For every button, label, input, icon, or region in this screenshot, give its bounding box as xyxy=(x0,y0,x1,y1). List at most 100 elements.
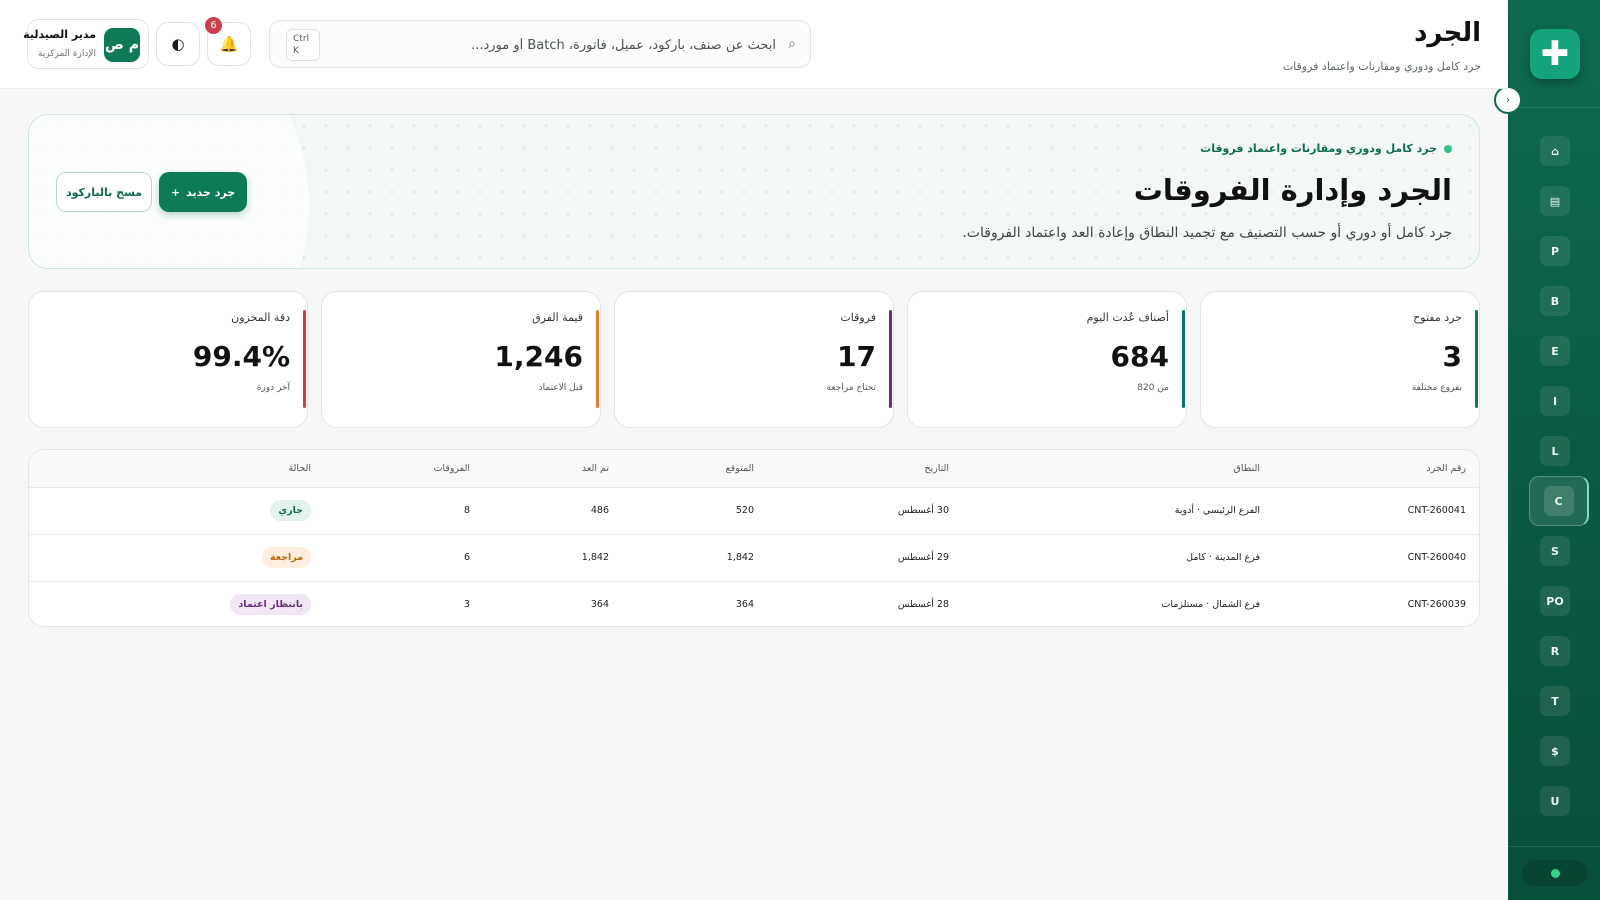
global-search[interactable]: ⌕ Ctrl K xyxy=(269,20,811,68)
shortcut-key-ctrl: Ctrl xyxy=(293,34,310,44)
cell-expected: 520 xyxy=(735,505,754,516)
stat-label: قيمة الفرق xyxy=(532,311,583,324)
app-logo-icon[interactable]: ✚ xyxy=(1530,29,1580,79)
sidebar-item-10[interactable]: R xyxy=(1540,636,1570,666)
column-header[interactable]: رقم الجرد xyxy=(1426,463,1466,474)
sidebar-item-11[interactable]: T xyxy=(1540,686,1570,716)
sidebar-collapse-toggle[interactable]: › xyxy=(1494,86,1522,114)
column-header[interactable]: الحالة xyxy=(288,463,311,474)
stat-accent-bar xyxy=(596,310,599,408)
online-dot-icon xyxy=(1551,869,1560,878)
status-badge: بانتظار اعتماد xyxy=(230,594,311,615)
barcode-scan-button[interactable]: مسح بالباركود xyxy=(56,172,152,212)
notifications-count-badge: 6 xyxy=(205,17,222,34)
hero-tag-label: جرد كامل ودوري ومقارنات واعتماد فروقات xyxy=(1200,142,1437,155)
status-badge: مراجعة xyxy=(261,547,311,568)
cell-scope: فرع الشمال · مستلزمات xyxy=(1161,599,1260,610)
page-subtitle: جرد كامل ودوري ومقارنات واعتماد فروقات xyxy=(1282,60,1481,73)
stat-sub: من 820 xyxy=(1137,383,1169,393)
stat-accent-bar xyxy=(889,310,892,408)
theme-toggle-button[interactable]: ◐ xyxy=(156,22,200,66)
bell-icon: 🔔 xyxy=(219,35,239,53)
user-role: الإدارة المركزية xyxy=(37,49,96,59)
page-title: الجرد xyxy=(1414,18,1481,48)
column-header[interactable]: الفروقات xyxy=(433,463,470,474)
shortcut-key-k: K xyxy=(293,46,299,56)
sidebar-item-9[interactable]: PO xyxy=(1540,586,1570,616)
sidebar-item-13[interactable]: U xyxy=(1540,786,1570,816)
stat-card: جرد مفتوح 3 بفروع مختلفة xyxy=(1200,291,1480,428)
sidebar-item-8[interactable]: S xyxy=(1540,536,1570,566)
cell-id: CNT-260041 xyxy=(1407,505,1466,516)
table-row[interactable]: CNT-260041 الفرع الرئيسي · أدوية 30 أغسطس 5… xyxy=(29,488,1479,535)
notifications-button[interactable]: 🔔 6 xyxy=(205,17,251,66)
cell-id: CNT-260040 xyxy=(1407,552,1466,563)
sidebar: › ✚ ⌂ ▤ P B E I L C S PO R T $ U xyxy=(1494,0,1600,900)
stat-sub: آخر دورة xyxy=(256,383,290,393)
cell-counted: 486 xyxy=(590,505,609,516)
topbar: الجرد جرد كامل ودوري ومقارنات واعتماد فر… xyxy=(0,0,1508,89)
sidebar-divider xyxy=(1509,846,1600,847)
column-header[interactable]: المتوقع xyxy=(726,463,754,474)
stat-value: 99.4% xyxy=(192,340,290,373)
column-header[interactable]: التاريخ xyxy=(924,463,949,474)
cell-expected: 364 xyxy=(735,599,754,610)
stat-card: فروقات 17 تحتاج مراجعة xyxy=(614,291,894,428)
hero-tag: جرد كامل ودوري ومقارنات واعتماد فروقات xyxy=(1200,142,1452,155)
stat-sub: تحتاج مراجعة xyxy=(826,383,876,393)
stat-sub: قبل الاعتماد xyxy=(538,383,583,393)
stat-label: فروقات xyxy=(840,311,876,324)
hero-description: جرد كامل أو دوري أو حسب التصنيف مع تجميد… xyxy=(962,225,1452,241)
search-input[interactable] xyxy=(376,31,776,59)
contrast-icon: ◐ xyxy=(171,35,185,53)
stat-value: 17 xyxy=(837,340,876,373)
new-count-button[interactable]: جرد جديد + xyxy=(159,172,247,212)
stat-accent-bar xyxy=(303,310,306,408)
search-shortcut-hint: Ctrl K xyxy=(286,29,320,61)
stat-accent-bar xyxy=(1182,310,1185,408)
cell-scope: الفرع الرئيسي · أدوية xyxy=(1174,505,1260,516)
sidebar-item-4[interactable]: E xyxy=(1540,336,1570,366)
stat-sub: بفروع مختلفة xyxy=(1411,383,1462,393)
counts-table: رقم الجرد النطاق التاريخ المتوقع تم العد الفر… xyxy=(28,449,1480,627)
cell-expected: 1,842 xyxy=(726,552,754,563)
column-header[interactable]: النطاق xyxy=(1234,463,1260,474)
cell-diff: 3 xyxy=(463,599,470,610)
cell-date: 30 أغسطس xyxy=(897,505,949,516)
stat-label: أصناف عُدت اليوم xyxy=(1086,311,1169,324)
stat-value: 684 xyxy=(1110,340,1169,373)
sidebar-item-3[interactable]: B xyxy=(1540,286,1570,316)
cell-scope: فرع المدينة · كامل xyxy=(1186,552,1260,563)
new-count-button-label: جرد جديد xyxy=(186,185,236,199)
user-menu[interactable]: م ص مدير الصيدلية الإدارة المركزية xyxy=(23,19,149,69)
hero-banner: جرد كامل ودوري ومقارنات واعتماد فروقات ا… xyxy=(28,114,1480,269)
stat-label: جرد مفتوح xyxy=(1413,311,1462,324)
cell-diff: 6 xyxy=(463,552,470,563)
stat-value: 3 xyxy=(1442,340,1462,373)
sidebar-item-5[interactable]: I xyxy=(1540,386,1570,416)
stat-value: 1,246 xyxy=(494,340,583,373)
connection-status xyxy=(1522,860,1588,886)
sidebar-divider xyxy=(1509,107,1600,108)
sidebar-item-0[interactable]: ⌂ xyxy=(1540,136,1570,166)
stat-label: دقة المخزون xyxy=(231,311,290,324)
hero-title: الجرد وإدارة الفروقات xyxy=(1133,173,1452,207)
column-header[interactable]: تم العد xyxy=(582,463,609,474)
cell-id: CNT-260039 xyxy=(1407,599,1466,610)
cell-date: 28 أغسطس xyxy=(897,599,949,610)
cell-diff: 8 xyxy=(463,505,470,516)
stat-card: دقة المخزون 99.4% آخر دورة xyxy=(28,291,308,428)
sidebar-item-2[interactable]: P xyxy=(1540,236,1570,266)
sidebar-item-6[interactable]: L xyxy=(1540,436,1570,466)
sidebar-item-1[interactable]: ▤ xyxy=(1540,186,1570,216)
sidebar-item-7[interactable]: C xyxy=(1529,476,1589,526)
search-icon: ⌕ xyxy=(788,36,796,52)
table-row[interactable]: CNT-260039 فرع الشمال · مستلزمات 28 أغسطس 3… xyxy=(29,582,1479,626)
stat-card: قيمة الفرق 1,246 قبل الاعتماد xyxy=(321,291,601,428)
cell-counted: 1,842 xyxy=(581,552,609,563)
sidebar-item-label: C xyxy=(1543,486,1574,516)
sidebar-item-12[interactable]: $ xyxy=(1540,736,1570,766)
cell-date: 29 أغسطس xyxy=(897,552,949,563)
avatar: م ص xyxy=(104,28,140,62)
table-row[interactable]: CNT-260040 فرع المدينة · كامل 29 أغسطس 1,84… xyxy=(29,535,1479,582)
